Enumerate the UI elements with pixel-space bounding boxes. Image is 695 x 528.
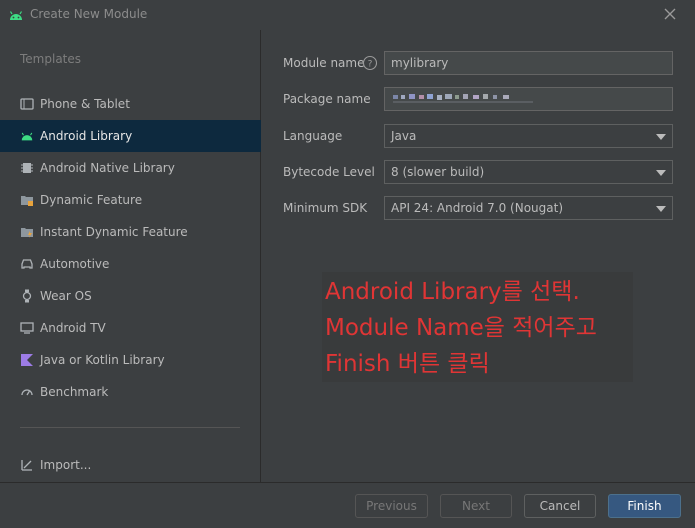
module-name-input[interactable]: mylibrary [384,51,673,75]
sidebar-item-label: Dynamic Feature [40,193,143,207]
tv-icon [20,321,34,335]
sidebar-item-android-tv[interactable]: Android TV [0,312,261,344]
min-sdk-row: Minimum SDK API 24: Android 7.0 (Nougat) [262,196,695,220]
templates-sidebar: Templates Phone & Tablet Android Library… [0,30,261,482]
chevron-down-icon [656,206,666,212]
module-config-form: Module name ? mylibrary Package name Lan… [262,30,695,482]
redacted-text [393,94,533,103]
android-logo-icon [9,11,23,20]
min-sdk-label: Minimum SDK [283,201,368,215]
package-name-row: Package name [262,87,695,111]
import-label: Import... [40,458,92,472]
language-select[interactable]: Java [384,124,673,148]
sidebar-item-android-library[interactable]: Android Library [0,120,261,152]
sidebar-divider [20,427,240,428]
sidebar-item-label: Automotive [40,257,110,271]
sidebar-item-benchmark[interactable]: Benchmark [0,376,261,408]
language-value: Java [391,129,417,143]
phone-icon [20,97,34,111]
dialog-footer: Previous Next Cancel Finish [0,482,695,528]
module-name-row: Module name ? mylibrary [262,51,695,75]
min-sdk-select[interactable]: API 24: Android 7.0 (Nougat) [384,196,673,220]
import-icon [20,458,34,472]
gauge-icon [20,385,34,399]
sidebar-item-phone-tablet[interactable]: Phone & Tablet [0,88,261,120]
sidebar-item-automotive[interactable]: Automotive [0,248,261,280]
sidebar-item-java-kotlin-library[interactable]: Java or Kotlin Library [0,344,261,376]
finish-button[interactable]: Finish [608,494,681,518]
help-icon[interactable]: ? [362,55,378,71]
sidebar-item-dynamic-feature[interactable]: Dynamic Feature [0,184,261,216]
watch-icon [20,289,34,303]
bytecode-select[interactable]: 8 (slower build) [384,160,673,184]
android-icon [20,129,34,143]
window-title: Create New Module [30,7,148,21]
sidebar-item-wear-os[interactable]: Wear OS [0,280,261,312]
language-row: Language Java [262,124,695,148]
annotation-line-3: Finish 버튼 클릭 [325,351,490,377]
chevron-down-icon [656,134,666,140]
kotlin-icon [20,353,34,367]
sidebar-item-label: Instant Dynamic Feature [40,225,188,239]
next-button[interactable]: Next [440,494,512,518]
bytecode-row: Bytecode Level 8 (slower build) [262,160,695,184]
sidebar-item-instant-dynamic-feature[interactable]: Instant Dynamic Feature [0,216,261,248]
car-icon [20,257,34,271]
sidebar-item-label: Android TV [40,321,106,335]
sidebar-item-label: Phone & Tablet [40,97,130,111]
chevron-down-icon [656,170,666,176]
instruction-annotation: Android Library를 선택. Module Name을 적어주고 F… [322,272,633,382]
previous-button[interactable]: Previous [355,494,428,518]
bytecode-label: Bytecode Level [283,165,375,179]
language-label: Language [283,129,343,143]
module-name-label: Module name [283,56,365,70]
svg-text:?: ? [368,60,373,70]
package-name-label: Package name [283,92,371,106]
cancel-button[interactable]: Cancel [524,494,596,518]
annotation-line-2: Module Name을 적어주고 [325,315,597,341]
sidebar-item-label: Android Native Library [40,161,175,175]
chip-icon [20,161,34,175]
title-bar: Create New Module [0,0,695,30]
import-button[interactable]: Import... [0,449,261,481]
min-sdk-value: API 24: Android 7.0 (Nougat) [391,201,563,215]
package-name-input[interactable] [384,87,673,111]
bytecode-value: 8 (slower build) [391,165,485,179]
close-icon[interactable] [662,6,678,22]
folder-instant-icon [20,225,34,239]
sidebar-item-label: Wear OS [40,289,92,303]
sidebar-item-label: Android Library [40,129,133,143]
sidebar-item-android-native-library[interactable]: Android Native Library [0,152,261,184]
folder-module-icon [20,193,34,207]
annotation-line-1: Android Library를 선택. [325,279,580,305]
templates-header: Templates [20,52,82,66]
sidebar-item-label: Java or Kotlin Library [40,353,165,367]
sidebar-item-label: Benchmark [40,385,109,399]
